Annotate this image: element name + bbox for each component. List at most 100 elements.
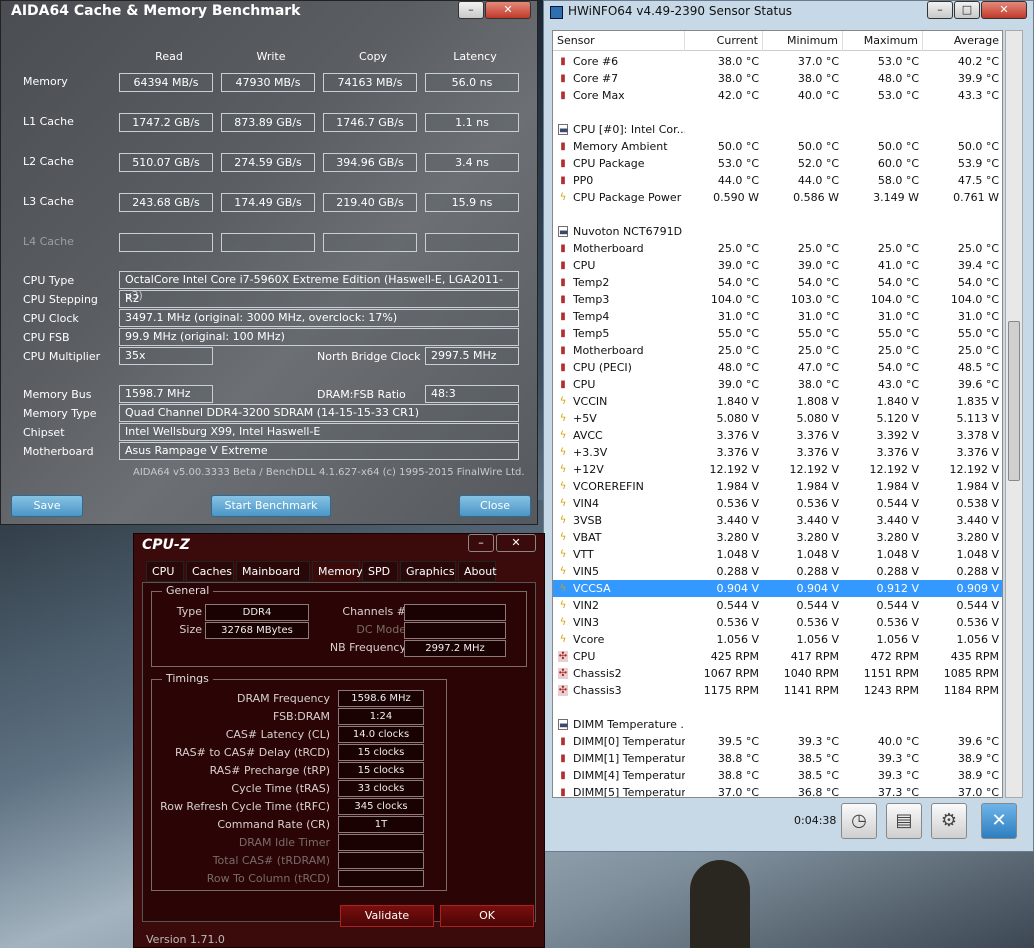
sensor-row[interactable]: ϟ VIN3 0.536 V 0.536 V 0.536 V 0.536 V xyxy=(553,614,1002,631)
sensor-row[interactable] xyxy=(553,699,1002,716)
sensor-row[interactable]: ϟ 3VSB 3.440 V 3.440 V 3.440 V 3.440 V xyxy=(553,512,1002,529)
close-window-button[interactable]: ✕ xyxy=(981,1,1027,19)
current-value: 1067 RPM xyxy=(703,667,759,680)
tab-spd[interactable]: SPD xyxy=(362,561,398,582)
minimize-button[interactable]: – xyxy=(468,534,494,552)
average-value: 1.835 V xyxy=(956,395,999,408)
sensor-row[interactable] xyxy=(553,206,1002,223)
sensor-row[interactable]: ▮ Temp4 31.0 °C 31.0 °C 31.0 °C 31.0 °C xyxy=(553,308,1002,325)
minimum-value: 44.0 °C xyxy=(797,174,839,187)
minimize-button[interactable]: – xyxy=(458,1,484,19)
sensor-row[interactable]: ▮ DIMM[4] Temperature 38.8 °C 38.5 °C 39.3 °… xyxy=(553,767,1002,784)
sensor-row[interactable]: ϟ VCCIN 1.840 V 1.808 V 1.840 V 1.835 V xyxy=(553,393,1002,410)
sensor-row[interactable]: ▮ Temp2 54.0 °C 54.0 °C 54.0 °C 54.0 °C xyxy=(553,274,1002,291)
clock-icon[interactable]: ◷ xyxy=(841,803,877,839)
sensor-row[interactable]: ϟ VIN5 0.288 V 0.288 V 0.288 V 0.288 V xyxy=(553,563,1002,580)
bench-read-value: 243.68 GB/s xyxy=(119,193,213,212)
sensor-row[interactable]: ▮ Core Max 42.0 °C 40.0 °C 53.0 °C 43.3 °C xyxy=(553,87,1002,104)
column-header-current[interactable]: Current xyxy=(685,31,763,51)
current-value: 55.0 °C xyxy=(717,327,759,340)
sensor-row[interactable]: ✣ CPU 425 RPM 417 RPM 472 RPM 435 RPM xyxy=(553,648,1002,665)
cpuz-window[interactable]: CPU-Z – ✕ CPU Caches Mainboard Memory SPD Gra… xyxy=(133,533,545,948)
sensor-row[interactable]: ▮ Core #7 38.0 °C 38.0 °C 48.0 °C 39.9 °C xyxy=(553,70,1002,87)
sensor-row[interactable]: ▮ Motherboard 25.0 °C 25.0 °C 25.0 °C 25.0 °C xyxy=(553,342,1002,359)
tab-mainboard[interactable]: Mainboard xyxy=(236,561,310,582)
report-add-icon[interactable]: ▤ xyxy=(886,803,922,839)
current-value: 39.5 °C xyxy=(717,735,759,748)
sensor-row[interactable]: ▮ DIMM[1] Temperature 38.8 °C 38.5 °C 39.3 °… xyxy=(553,750,1002,767)
timing-label: Row Refresh Cycle Time (tRFC) xyxy=(160,800,330,813)
sensor-row[interactable]: ✣ Chassis3 1175 RPM 1141 RPM 1243 RPM 1184 RP… xyxy=(553,682,1002,699)
scrollbar-thumb[interactable] xyxy=(1008,321,1020,481)
maximum-value: 50.0 °C xyxy=(877,140,919,153)
sensor-scrollbar[interactable] xyxy=(1005,30,1023,798)
validate-button[interactable]: Validate xyxy=(340,905,434,927)
tab-cpu[interactable]: CPU xyxy=(146,561,184,582)
sensor-row[interactable]: ▮ Motherboard 25.0 °C 25.0 °C 25.0 °C 25.0 °C xyxy=(553,240,1002,257)
timing-value: 33 clocks xyxy=(338,780,424,797)
sensor-row[interactable]: ✣ Chassis2 1067 RPM 1040 RPM 1151 RPM 1085 RP… xyxy=(553,665,1002,682)
minimum-value: 103.0 °C xyxy=(790,293,839,306)
gear-icon[interactable]: ⚙ xyxy=(931,803,967,839)
maximum-value: 39.3 °C xyxy=(877,752,919,765)
sensor-row[interactable]: ▮ CPU Package 53.0 °C 52.0 °C 60.0 °C 53.9 °C xyxy=(553,155,1002,172)
ok-button[interactable]: OK xyxy=(440,905,534,927)
sensor-row[interactable]: ▮ DIMM[0] Temperature 39.5 °C 39.3 °C 40.0 °… xyxy=(553,733,1002,750)
minimum-value: 1.048 V xyxy=(796,548,839,561)
close-button[interactable]: Close xyxy=(459,495,531,517)
sensor-row[interactable]: ϟ +5V 5.080 V 5.080 V 5.120 V 5.113 V xyxy=(553,410,1002,427)
sensor-row[interactable]: ▮ CPU (PECI) 48.0 °C 47.0 °C 54.0 °C 48.5 °C xyxy=(553,359,1002,376)
sensor-table[interactable]: Sensor Current Minimum Maximum Average ▮… xyxy=(552,30,1003,798)
tab-graphics[interactable]: Graphics xyxy=(400,561,456,582)
average-value: 0.538 V xyxy=(956,497,999,510)
sensor-row[interactable]: ▮ CPU 39.0 °C 38.0 °C 43.0 °C 39.6 °C xyxy=(553,376,1002,393)
sensor-row[interactable] xyxy=(553,104,1002,121)
sensor-row[interactable]: ϟ VCOREREFIN 1.984 V 1.984 V 1.984 V 1.984 V xyxy=(553,478,1002,495)
memory-type-label: Memory Type xyxy=(23,407,97,420)
sensor-row[interactable]: ϟ VIN2 0.544 V 0.544 V 0.544 V 0.544 V xyxy=(553,597,1002,614)
sensor-row[interactable]: ▮ PP0 44.0 °C 44.0 °C 58.0 °C 47.5 °C xyxy=(553,172,1002,189)
maximum-value: 54.0 °C xyxy=(877,276,919,289)
sensor-group-row[interactable]: ▬ Nuvoton NCT6791D xyxy=(553,223,1002,240)
minimize-button[interactable]: – xyxy=(927,1,953,19)
hwinfo-window[interactable]: HWiNFO64 v4.49-2390 Sensor Status – □ ✕ … xyxy=(543,0,1034,852)
start-benchmark-button[interactable]: Start Benchmark xyxy=(211,495,331,517)
sensor-row[interactable]: ϟ Vcore 1.056 V 1.056 V 1.056 V 1.056 V xyxy=(553,631,1002,648)
aida64-window[interactable]: AIDA64 Cache & Memory Benchmark – ✕ Read… xyxy=(0,0,538,525)
column-header-minimum[interactable]: Minimum xyxy=(763,31,843,51)
thermometer-icon: ▮ xyxy=(560,90,566,101)
sensor-row[interactable]: ▮ Temp5 55.0 °C 55.0 °C 55.0 °C 55.0 °C xyxy=(553,325,1002,342)
close-window-button[interactable]: ✕ xyxy=(496,534,536,552)
general-group: General Type DDR4 Size 32768 MBytes Chan… xyxy=(151,584,527,667)
maximum-value: 1151 RPM xyxy=(863,667,919,680)
sensor-row[interactable]: ϟ +12V 12.192 V 12.192 V 12.192 V 12.192 V xyxy=(553,461,1002,478)
sensor-row[interactable]: ϟ VIN4 0.536 V 0.536 V 0.544 V 0.538 V xyxy=(553,495,1002,512)
sensor-group-row[interactable]: ▬ CPU [#0]: Intel Cor... xyxy=(553,121,1002,138)
column-header-average[interactable]: Average xyxy=(923,31,1002,51)
close-icon[interactable]: ✕ xyxy=(981,803,1017,839)
save-button[interactable]: Save xyxy=(11,495,83,517)
column-header-maximum[interactable]: Maximum xyxy=(843,31,923,51)
sensor-row[interactable]: ▮ Memory Ambient 50.0 °C 50.0 °C 50.0 °C 50.0… xyxy=(553,138,1002,155)
current-value: 0.590 W xyxy=(713,191,759,204)
sensor-row[interactable]: ▮ Core #6 38.0 °C 37.0 °C 53.0 °C 40.2 °C xyxy=(553,53,1002,70)
close-window-button[interactable]: ✕ xyxy=(485,1,531,19)
maximum-value: 0.912 V xyxy=(876,582,919,595)
sensor-row[interactable]: ϟ +3.3V 3.376 V 3.376 V 3.376 V 3.376 V xyxy=(553,444,1002,461)
sensor-row[interactable]: ▮ CPU 39.0 °C 39.0 °C 41.0 °C 39.4 °C xyxy=(553,257,1002,274)
sensor-row[interactable]: ϟ CPU Package Power 0.590 W 0.586 W 3.149 W 0… xyxy=(553,189,1002,206)
sensor-name: Memory Ambient xyxy=(573,140,668,153)
minimum-value: 39.3 °C xyxy=(797,735,839,748)
sensor-group-row[interactable]: ▬ DIMM Temperature ... xyxy=(553,716,1002,733)
tab-memory[interactable]: Memory xyxy=(312,561,363,584)
tab-about[interactable]: About xyxy=(458,561,497,582)
sensor-row[interactable]: ϟ VTT 1.048 V 1.048 V 1.048 V 1.048 V xyxy=(553,546,1002,563)
sensor-row[interactable]: ϟ VCCSA 0.904 V 0.904 V 0.912 V 0.909 V xyxy=(553,580,1002,597)
sensor-row[interactable]: ▮ DIMM[5] Temperature 37.0 °C 36.8 °C 37.3 °… xyxy=(553,784,1002,797)
sensor-row[interactable]: ϟ VBAT 3.280 V 3.280 V 3.280 V 3.280 V xyxy=(553,529,1002,546)
column-header-sensor[interactable]: Sensor xyxy=(557,31,685,51)
tab-caches[interactable]: Caches xyxy=(186,561,234,582)
sensor-row[interactable]: ▮ Temp3 104.0 °C 103.0 °C 104.0 °C 104.0 °C xyxy=(553,291,1002,308)
sensor-row[interactable]: ϟ AVCC 3.376 V 3.376 V 3.392 V 3.378 V xyxy=(553,427,1002,444)
maximize-button[interactable]: □ xyxy=(954,1,980,19)
